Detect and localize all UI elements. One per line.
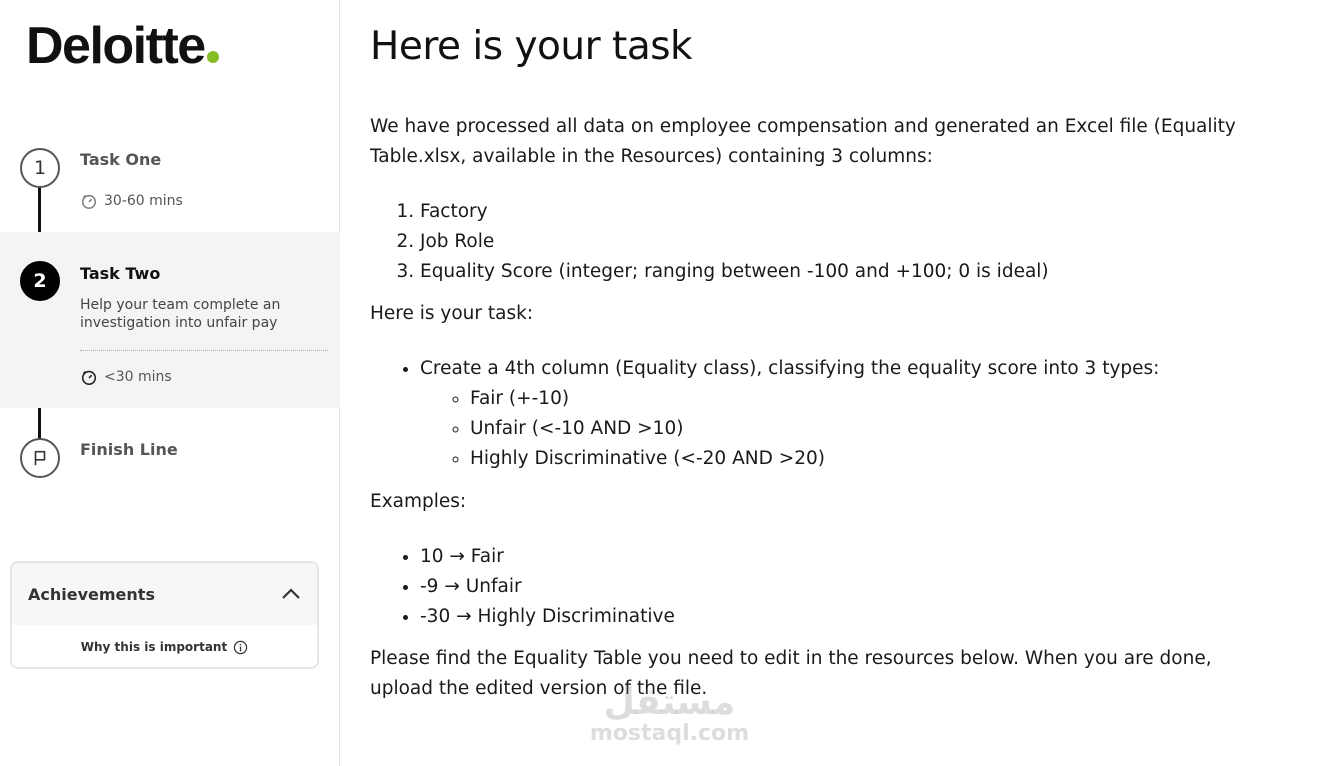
achievements-header[interactable]: Achievements [12, 563, 317, 625]
step-duration: 30-60 mins [80, 192, 183, 210]
step-finish-line[interactable]: Finish Line [0, 430, 340, 490]
watermark-domain: mostaql.com [589, 721, 750, 746]
list-item: Fair (+-10) [470, 384, 1159, 414]
list-item: Create a 4th column (Equality class), cl… [420, 354, 1159, 474]
list-item: -9 → Unfair [420, 572, 675, 602]
intro-paragraph: We have processed all data on employee c… [370, 116, 1236, 167]
closing-paragraph: Please find the Equality Table you need … [370, 648, 1212, 699]
examples-heading: Examples: [370, 491, 467, 512]
step-task-one[interactable]: 1 Task One 30-60 mins [0, 140, 340, 232]
achievements-panel: Achievements Why this is important [10, 561, 319, 669]
step-title: Finish Line [80, 440, 178, 459]
step-time: 30-60 mins [104, 193, 183, 209]
logo-green-dot [206, 51, 219, 63]
logo-text: Deloitte [26, 17, 206, 75]
step-number-badge: 1 [20, 148, 60, 188]
task-heading: Here is your task: [370, 303, 534, 324]
deloitte-logo: Deloitte [26, 18, 219, 74]
sidebar: Deloitte 1 Task One 30-60 mins 2 Task Tw… [0, 0, 340, 766]
list-item: Unfair (<-10 AND >10) [470, 414, 1159, 444]
why-important-link[interactable]: Why this is important [12, 625, 317, 667]
why-important-text: Why this is important [80, 640, 228, 654]
timer-icon [81, 370, 97, 386]
list-item: Factory [420, 197, 1049, 227]
columns-list: Factory Job Role Equality Score (integer… [370, 197, 1049, 287]
list-item: -30 → Highly Discriminative [420, 602, 675, 632]
step-divider [80, 350, 328, 351]
list-item: 10 → Fair [420, 542, 675, 572]
types-list: Fair (+-10) Unfair (<-10 AND >10) Highly… [420, 384, 1159, 474]
step-duration: <30 mins [80, 368, 172, 386]
step-task-two[interactable]: 2 Task Two Help your team complete an in… [0, 232, 340, 408]
chevron-up-icon[interactable] [281, 588, 301, 600]
step-time: <30 mins [104, 369, 172, 385]
list-item: Highly Discriminative (<-20 AND >20) [470, 444, 1159, 474]
list-item: Job Role [420, 227, 1049, 257]
flag-icon [20, 438, 60, 478]
step-number: 2 [33, 270, 47, 292]
step-number-badge: 2 [20, 261, 60, 301]
step-number: 1 [33, 157, 47, 179]
info-icon [234, 640, 248, 654]
examples-list: 10 → Fair -9 → Unfair -30 → Highly Discr… [370, 542, 675, 632]
step-title: Task Two [80, 264, 161, 283]
step-title: Task One [80, 150, 162, 169]
achievements-title: Achievements [28, 584, 155, 604]
list-item: Equality Score (integer; ranging between… [420, 257, 1049, 287]
task-item-text: Create a 4th column (Equality class), cl… [420, 358, 1160, 379]
page-title: Here is your task [370, 24, 693, 69]
timer-icon [81, 194, 97, 209]
step-description: Help your team complete an investigation… [80, 297, 281, 331]
task-list: Create a 4th column (Equality class), cl… [370, 354, 1159, 474]
